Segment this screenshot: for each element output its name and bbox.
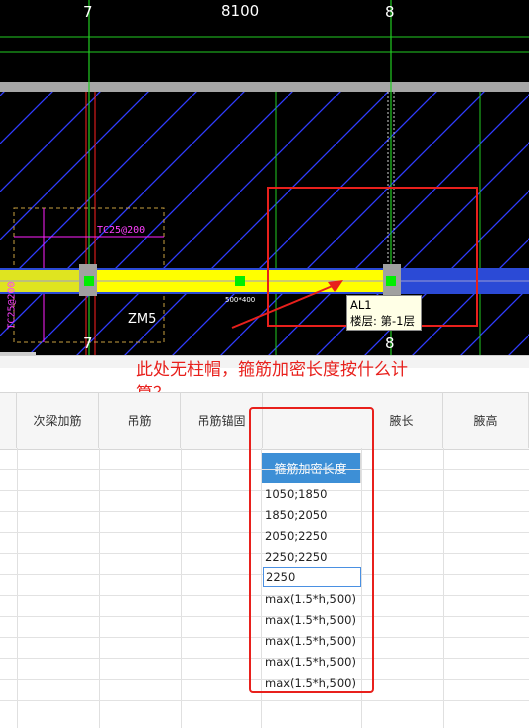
axis-label-top-8: 8 <box>385 3 395 21</box>
tooltip-floor: 楼层: 第-1层 <box>350 314 415 328</box>
header-hanger-bars[interactable]: 吊筋 <box>99 392 181 448</box>
header-secondary-beam-bars[interactable]: 次梁加筋 <box>17 392 99 448</box>
zm-label: ZM5 <box>128 312 157 327</box>
cad-drawing <box>0 0 529 355</box>
cad-canvas[interactable]: 7 8 8100 TC25@200 TC25@200 ZM5 500*400 7… <box>0 0 529 355</box>
axis-label-bottom-8: 8 <box>385 334 395 352</box>
top-slab-band <box>0 82 529 92</box>
header-haunch-height[interactable]: 腋高 <box>443 392 529 448</box>
axis-label-bottom-7: 7 <box>83 334 93 352</box>
tc-label-vertical: TC25@200 <box>6 281 18 330</box>
element-tooltip: AL1 楼层: 第-1层 <box>346 295 422 331</box>
beam-size-label: 500*400 <box>225 296 256 304</box>
tc-label-horizontal: TC25@200 <box>97 225 146 236</box>
property-table[interactable]: 次梁加筋 吊筋 吊筋锚固 箍筋加密长度 腋长 腋高 1050;1850 1850… <box>0 367 529 728</box>
dimension-label: 8100 <box>221 2 260 20</box>
tooltip-name: AL1 <box>350 298 372 312</box>
header-edge <box>0 392 17 448</box>
slab-hatch <box>0 92 529 355</box>
column-highlight-box <box>249 407 374 693</box>
axis-label-top-7: 7 <box>83 3 93 21</box>
